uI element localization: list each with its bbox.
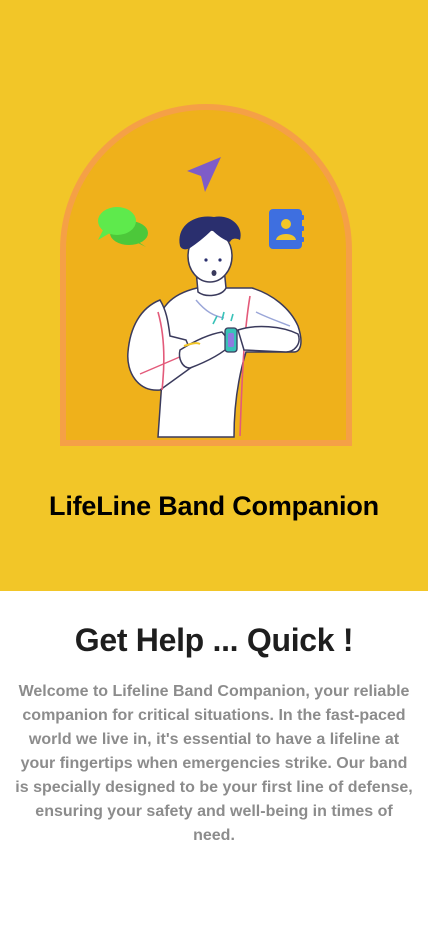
onboarding-illustration bbox=[60, 104, 352, 446]
headline: Get Help ... Quick ! bbox=[74, 622, 354, 658]
hero-section: LifeLine Band Companion bbox=[0, 0, 428, 591]
contacts-book-icon bbox=[269, 209, 304, 249]
intro-description: Welcome to Lifeline Band Companion, your… bbox=[15, 683, 413, 844]
app-name-title: LifeLine Band Companion bbox=[49, 491, 379, 521]
intro-content: Get Help ... Quick ! Welcome to Lifeline… bbox=[0, 591, 428, 926]
